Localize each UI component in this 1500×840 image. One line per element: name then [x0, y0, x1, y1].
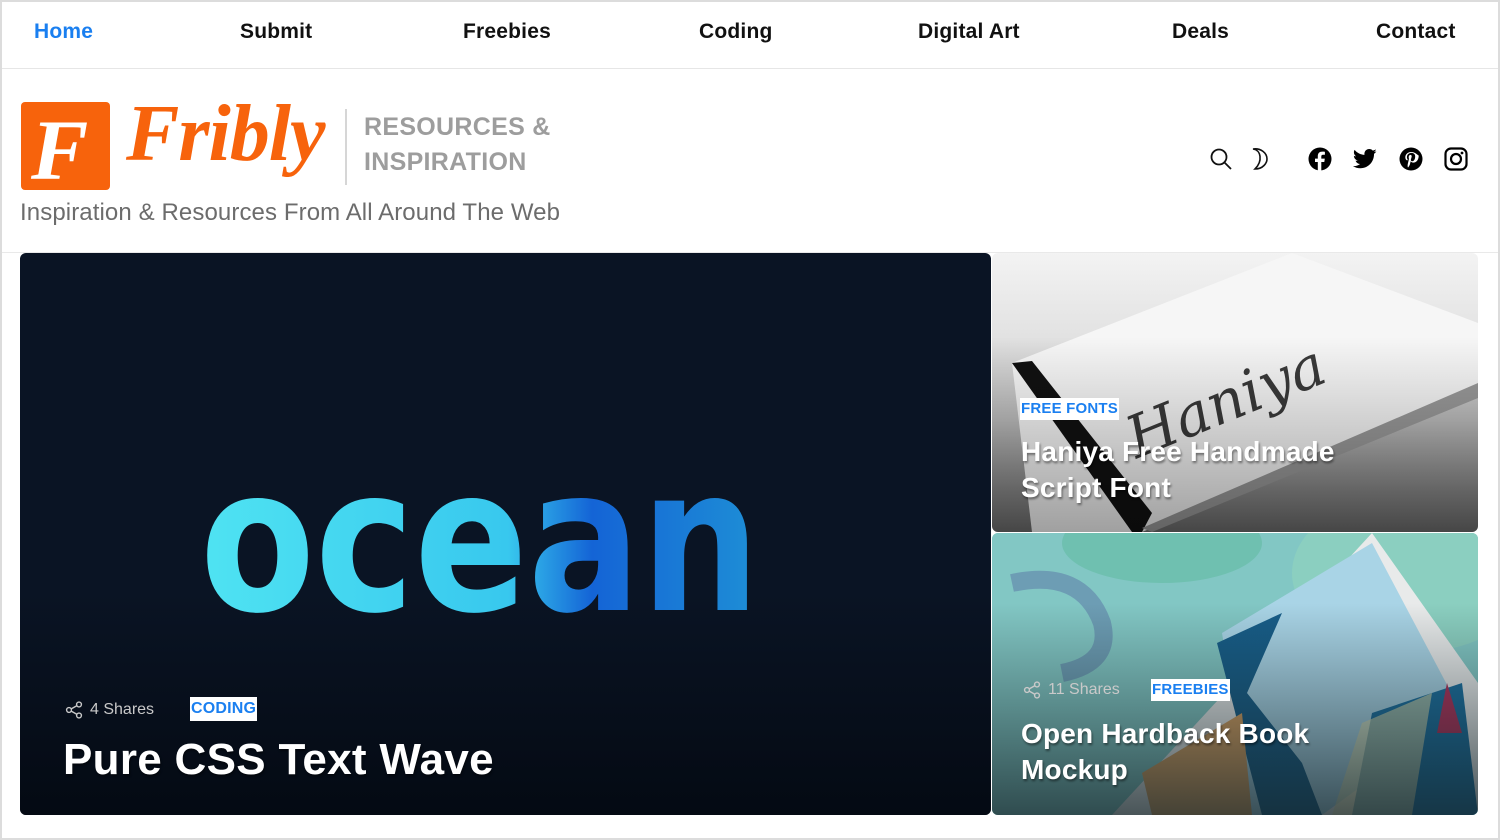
post-title-line1: Haniya Free Handmade: [1021, 436, 1335, 467]
category-badge[interactable]: FREEBIES: [1151, 679, 1230, 701]
category-badge[interactable]: FREE FONTS: [1020, 398, 1120, 420]
site-tagline: Inspiration & Resources From All Around …: [20, 199, 561, 226]
ocean-word: ocean: [200, 440, 760, 640]
instagram-icon[interactable]: [1443, 146, 1469, 172]
ocean-text-image: ocean: [200, 440, 760, 640]
facebook-icon[interactable]: [1307, 146, 1333, 172]
post-title[interactable]: Open Hardback Book Mockup: [1021, 716, 1309, 788]
post-title-line2: Script Font: [1021, 472, 1171, 503]
share-count[interactable]: 11 Shares: [1023, 681, 1120, 699]
logo-tag-line1: RESOURCES &: [364, 113, 551, 141]
post-title-line2: Mockup: [1021, 754, 1128, 785]
site-header: F Fribly RESOURCES & INSPIRATION Inspira…: [0, 69, 1500, 253]
nav-contact[interactable]: Contact: [1376, 20, 1456, 44]
logo-divider: [345, 109, 347, 185]
moon-icon[interactable]: [1245, 146, 1271, 172]
post-title[interactable]: Haniya Free Handmade Script Font: [1021, 434, 1335, 506]
twitter-icon[interactable]: [1352, 146, 1378, 172]
logo-wordmark: Fribly: [126, 90, 325, 178]
nav-submit[interactable]: Submit: [240, 20, 312, 44]
top-navigation: Home Submit Freebies Coding Digital Art …: [0, 0, 1500, 69]
share-count-label: 11 Shares: [1048, 681, 1120, 698]
logo-tag-line2: INSPIRATION: [364, 148, 527, 176]
share-count[interactable]: 4 Shares: [65, 701, 154, 719]
share-icon: [65, 701, 83, 719]
nav-freebies[interactable]: Freebies: [463, 20, 551, 44]
nav-coding[interactable]: Coding: [699, 20, 773, 44]
share-count-label: 4 Shares: [90, 701, 155, 718]
category-badge[interactable]: CODING: [190, 697, 258, 721]
logo-letter: F: [31, 102, 89, 198]
nav-home[interactable]: Home: [34, 20, 93, 44]
pinterest-icon[interactable]: [1398, 146, 1424, 172]
post-title-line1: Open Hardback Book: [1021, 718, 1310, 749]
post-title[interactable]: Pure CSS Text Wave: [63, 735, 494, 785]
nav-deals[interactable]: Deals: [1172, 20, 1229, 44]
nav-digital-art[interactable]: Digital Art: [918, 20, 1020, 44]
search-icon[interactable]: [1208, 146, 1234, 172]
share-icon: [1023, 681, 1041, 699]
logo-mark: F: [21, 102, 110, 198]
